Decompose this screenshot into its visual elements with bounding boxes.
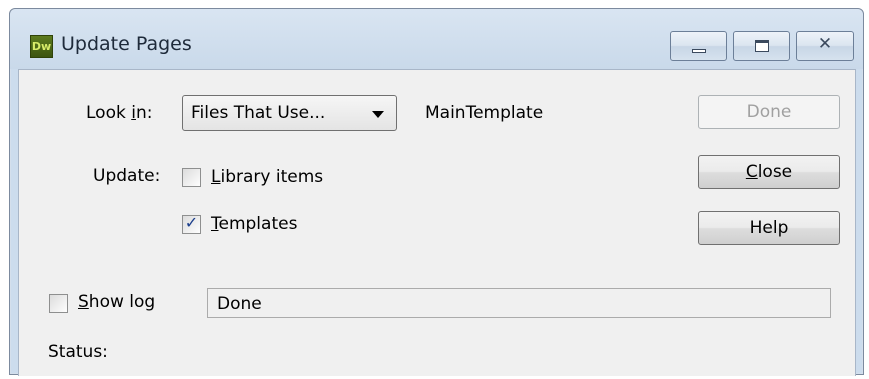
maximize-icon — [755, 40, 769, 52]
help-button[interactable]: Help — [698, 211, 840, 245]
show-log-label[interactable]: Show log — [78, 292, 155, 312]
templates-label[interactable]: Templates — [211, 214, 297, 234]
status-field: Done — [207, 288, 831, 318]
minimize-button[interactable] — [670, 31, 727, 61]
dropdown-arrow-icon — [372, 111, 384, 118]
close-window-button[interactable]: ✕ — [796, 31, 854, 61]
status-label: Status: — [48, 342, 108, 362]
title-bar[interactable]: Dw Update Pages ✕ — [10, 9, 863, 69]
look-in-label: Look in: — [86, 103, 152, 123]
templates-checkbox[interactable]: ✓ — [182, 213, 201, 234]
maximize-button[interactable] — [733, 31, 790, 61]
dialog-body: Look in: Files That Use... MainTemplate … — [18, 69, 856, 376]
look-in-dropdown[interactable]: Files That Use... — [182, 95, 397, 131]
library-items-checkbox[interactable] — [182, 168, 201, 187]
show-log-rest: how log — [88, 292, 156, 312]
close-button-accel: C — [745, 162, 758, 182]
look-in-label-suffix: n: — [135, 103, 153, 123]
look-in-selected: Files That Use... — [191, 103, 326, 123]
templates-accel: T — [211, 214, 219, 234]
show-log-checkbox[interactable] — [49, 294, 68, 313]
update-label: Update: — [93, 166, 161, 186]
library-items-label[interactable]: Library items — [211, 167, 323, 187]
done-button[interactable]: Done — [698, 95, 840, 129]
close-icon: ✕ — [817, 34, 833, 54]
minimize-icon — [692, 49, 706, 53]
dreamweaver-app-icon: Dw — [30, 35, 53, 58]
checkmark-icon: ✓ — [184, 213, 199, 232]
close-button-rest: lose — [757, 162, 793, 182]
look-in-label-prefix: Look — [86, 103, 132, 123]
library-items-rest: ibrary items — [220, 167, 324, 187]
update-pages-dialog: Dw Update Pages ✕ Look in: Files That Us… — [9, 8, 864, 376]
window-title: Update Pages — [61, 33, 192, 55]
templates-rest: emplates — [218, 214, 298, 234]
status-field-value: Done — [217, 294, 262, 314]
template-name: MainTemplate — [425, 103, 544, 123]
show-log-accel: S — [78, 292, 89, 312]
close-button[interactable]: Close — [698, 155, 840, 189]
